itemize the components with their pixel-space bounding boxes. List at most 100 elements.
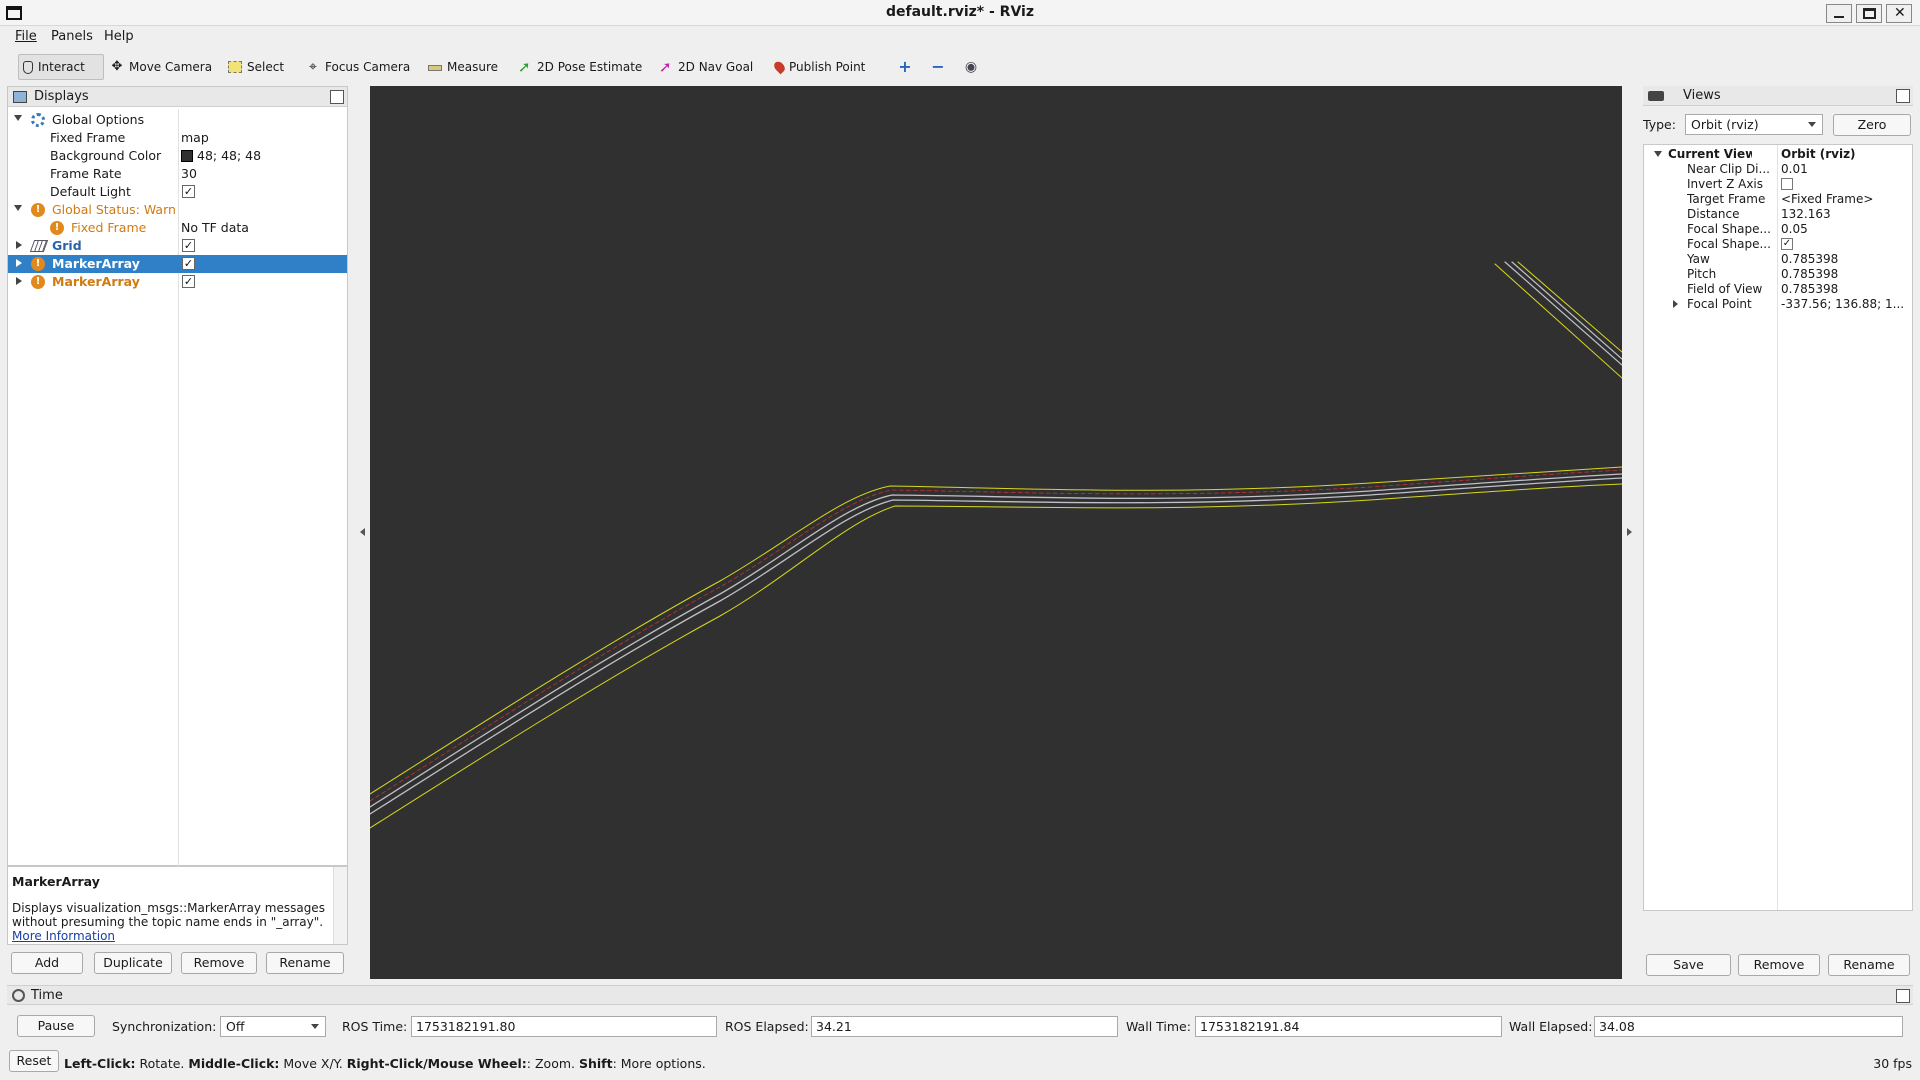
more-information-link[interactable]: More Information: [12, 929, 115, 943]
remove-tool-button[interactable]: −: [927, 54, 949, 80]
menu-bar: File Panels Help: [0, 26, 1920, 48]
ruler-icon: [428, 65, 442, 71]
select-label: Select: [247, 60, 285, 74]
menu-help[interactable]: Help: [104, 29, 134, 44]
expand-arrow-icon[interactable]: [14, 205, 22, 211]
add-tool-button[interactable]: +: [894, 54, 916, 80]
move-camera-tool[interactable]: ✥ Move Camera: [106, 54, 216, 80]
description-heading: MarkerArray: [12, 874, 100, 889]
focal-shape-checkbox[interactable]: ✓: [1781, 238, 1793, 250]
tree-row-frame-rate[interactable]: Frame Rate 30: [8, 165, 347, 183]
collapse-arrow-icon[interactable]: [16, 241, 22, 249]
displays-panel: Displays Global Options Fixed Frame map …: [7, 86, 348, 867]
duplicate-display-button[interactable]: Duplicate: [94, 952, 172, 974]
expand-arrow-icon[interactable]: [1654, 151, 1662, 157]
pause-button[interactable]: Pause: [17, 1015, 95, 1037]
tree-row-default-light[interactable]: Default Light ✓: [8, 183, 347, 201]
prop-field-of-view[interactable]: Field of View 0.785398: [1644, 282, 1912, 297]
current-view-row[interactable]: Current View Orbit (rviz): [1644, 147, 1912, 162]
rename-view-button[interactable]: Rename: [1828, 954, 1910, 976]
frame-rate-value[interactable]: 30: [181, 166, 197, 181]
green-arrow-icon: ➚: [518, 58, 531, 76]
displays-title: Displays: [34, 89, 89, 104]
nav-goal-tool[interactable]: ➚ 2D Nav Goal: [655, 54, 757, 80]
undock-button[interactable]: [330, 90, 344, 104]
tree-row-global-options[interactable]: Global Options: [8, 111, 347, 129]
lane-centerline-b: [369, 477, 1623, 815]
ros-elapsed-field[interactable]: 34.21: [811, 1016, 1118, 1037]
prop-pitch[interactable]: Pitch 0.785398: [1644, 267, 1912, 282]
prop-invert-z[interactable]: Invert Z Axis: [1644, 177, 1912, 192]
warning-icon: !: [31, 275, 45, 289]
prop-yaw[interactable]: Yaw 0.785398: [1644, 252, 1912, 267]
interact-tool[interactable]: Interact: [18, 54, 104, 80]
focus-camera-tool[interactable]: ⌖ Focus Camera: [302, 54, 414, 80]
measure-label: Measure: [447, 60, 498, 74]
crosshair-icon: ⌖: [309, 59, 317, 75]
tree-row-markerarray-2[interactable]: ! MarkerArray ✓: [8, 273, 347, 291]
close-icon: ✕: [1894, 5, 1906, 21]
default-light-checkbox[interactable]: ✓: [182, 185, 195, 198]
prop-distance[interactable]: Distance 132.163: [1644, 207, 1912, 222]
description-scrollbar[interactable]: [333, 867, 347, 944]
prop-focal-shape-fixed[interactable]: Focal Shape... ✓: [1644, 237, 1912, 252]
wall-elapsed-label: Wall Elapsed:: [1509, 1019, 1593, 1034]
toolbar: Interact ✥ Move Camera Select ⌖ Focus Ca…: [0, 50, 1920, 84]
remove-view-button[interactable]: Remove: [1738, 954, 1820, 976]
window-title: default.rviz* - RViz: [885, 4, 1034, 20]
lane-centerline-a: [369, 473, 1623, 808]
expand-arrow-icon[interactable]: [14, 115, 22, 121]
tree-row-background-color[interactable]: Background Color 48; 48; 48: [8, 147, 347, 165]
invert-z-checkbox[interactable]: [1781, 178, 1793, 190]
wall-time-label: Wall Time:: [1126, 1019, 1191, 1034]
tool-properties-button[interactable]: ◉: [960, 54, 982, 80]
add-display-button[interactable]: Add: [11, 952, 83, 974]
hand-pointer-icon: [23, 60, 33, 74]
save-view-button[interactable]: Save: [1646, 954, 1731, 976]
close-button[interactable]: ✕: [1886, 4, 1912, 23]
fixed-frame-value[interactable]: map: [181, 130, 209, 145]
menu-file[interactable]: File: [15, 29, 37, 44]
tree-row-markerarray-1[interactable]: ! MarkerArray ✓: [8, 255, 347, 273]
undock-button[interactable]: [1896, 89, 1910, 103]
right-dock-collapse-handle[interactable]: [1627, 528, 1632, 536]
markerarray-1-checkbox[interactable]: ✓: [182, 257, 195, 270]
background-color-value[interactable]: 48; 48; 48: [181, 148, 261, 163]
select-tool[interactable]: Select: [224, 54, 288, 80]
pose-estimate-tool[interactable]: ➚ 2D Pose Estimate: [514, 54, 646, 80]
plus-icon: +: [898, 57, 912, 76]
remove-display-button[interactable]: Remove: [181, 952, 257, 974]
prop-target-frame[interactable]: Target Frame <Fixed Frame>: [1644, 192, 1912, 207]
collapse-arrow-icon[interactable]: [16, 277, 22, 285]
collapse-arrow-icon[interactable]: [1673, 300, 1678, 308]
wall-elapsed-field[interactable]: 34.08: [1594, 1016, 1903, 1037]
tree-row-fixed-frame[interactable]: Fixed Frame map: [8, 129, 347, 147]
view-type-select[interactable]: Orbit (rviz): [1685, 114, 1823, 135]
measure-tool[interactable]: Measure: [424, 54, 502, 80]
prop-near-clip[interactable]: Near Clip Di... 0.01: [1644, 162, 1912, 177]
publish-point-tool[interactable]: Publish Point: [768, 54, 869, 80]
render-viewport[interactable]: [369, 86, 1623, 979]
tree-row-status-fixed-frame[interactable]: ! Fixed Frame No TF data: [8, 219, 347, 237]
monitor-icon: [13, 91, 27, 103]
reset-button[interactable]: Reset: [9, 1050, 59, 1072]
minimize-button[interactable]: [1826, 4, 1852, 23]
collapse-arrow-icon[interactable]: [16, 259, 22, 267]
prop-focal-shape-size[interactable]: Focal Shape... 0.05: [1644, 222, 1912, 237]
wall-time-field[interactable]: 1753182191.84: [1195, 1016, 1502, 1037]
left-dock-collapse-handle[interactable]: [360, 528, 365, 536]
ros-time-field[interactable]: 1753182191.80: [411, 1016, 717, 1037]
maximize-button[interactable]: [1856, 4, 1882, 23]
undock-button[interactable]: [1896, 989, 1910, 1003]
sync-label: Synchronization:: [112, 1019, 217, 1034]
grid-checkbox[interactable]: ✓: [182, 239, 195, 252]
menu-panels[interactable]: Panels: [51, 29, 93, 44]
views-header: Views: [1643, 86, 1913, 106]
synchronization-select[interactable]: Off: [220, 1016, 326, 1037]
tree-row-grid[interactable]: Grid ✓: [8, 237, 347, 255]
tree-row-global-status[interactable]: ! Global Status: Warn: [8, 201, 347, 219]
rename-display-button[interactable]: Rename: [266, 952, 344, 974]
prop-focal-point[interactable]: Focal Point -337.56; 136.88; 1...: [1644, 297, 1912, 312]
zero-button[interactable]: Zero: [1833, 114, 1911, 136]
markerarray-2-checkbox[interactable]: ✓: [182, 275, 195, 288]
